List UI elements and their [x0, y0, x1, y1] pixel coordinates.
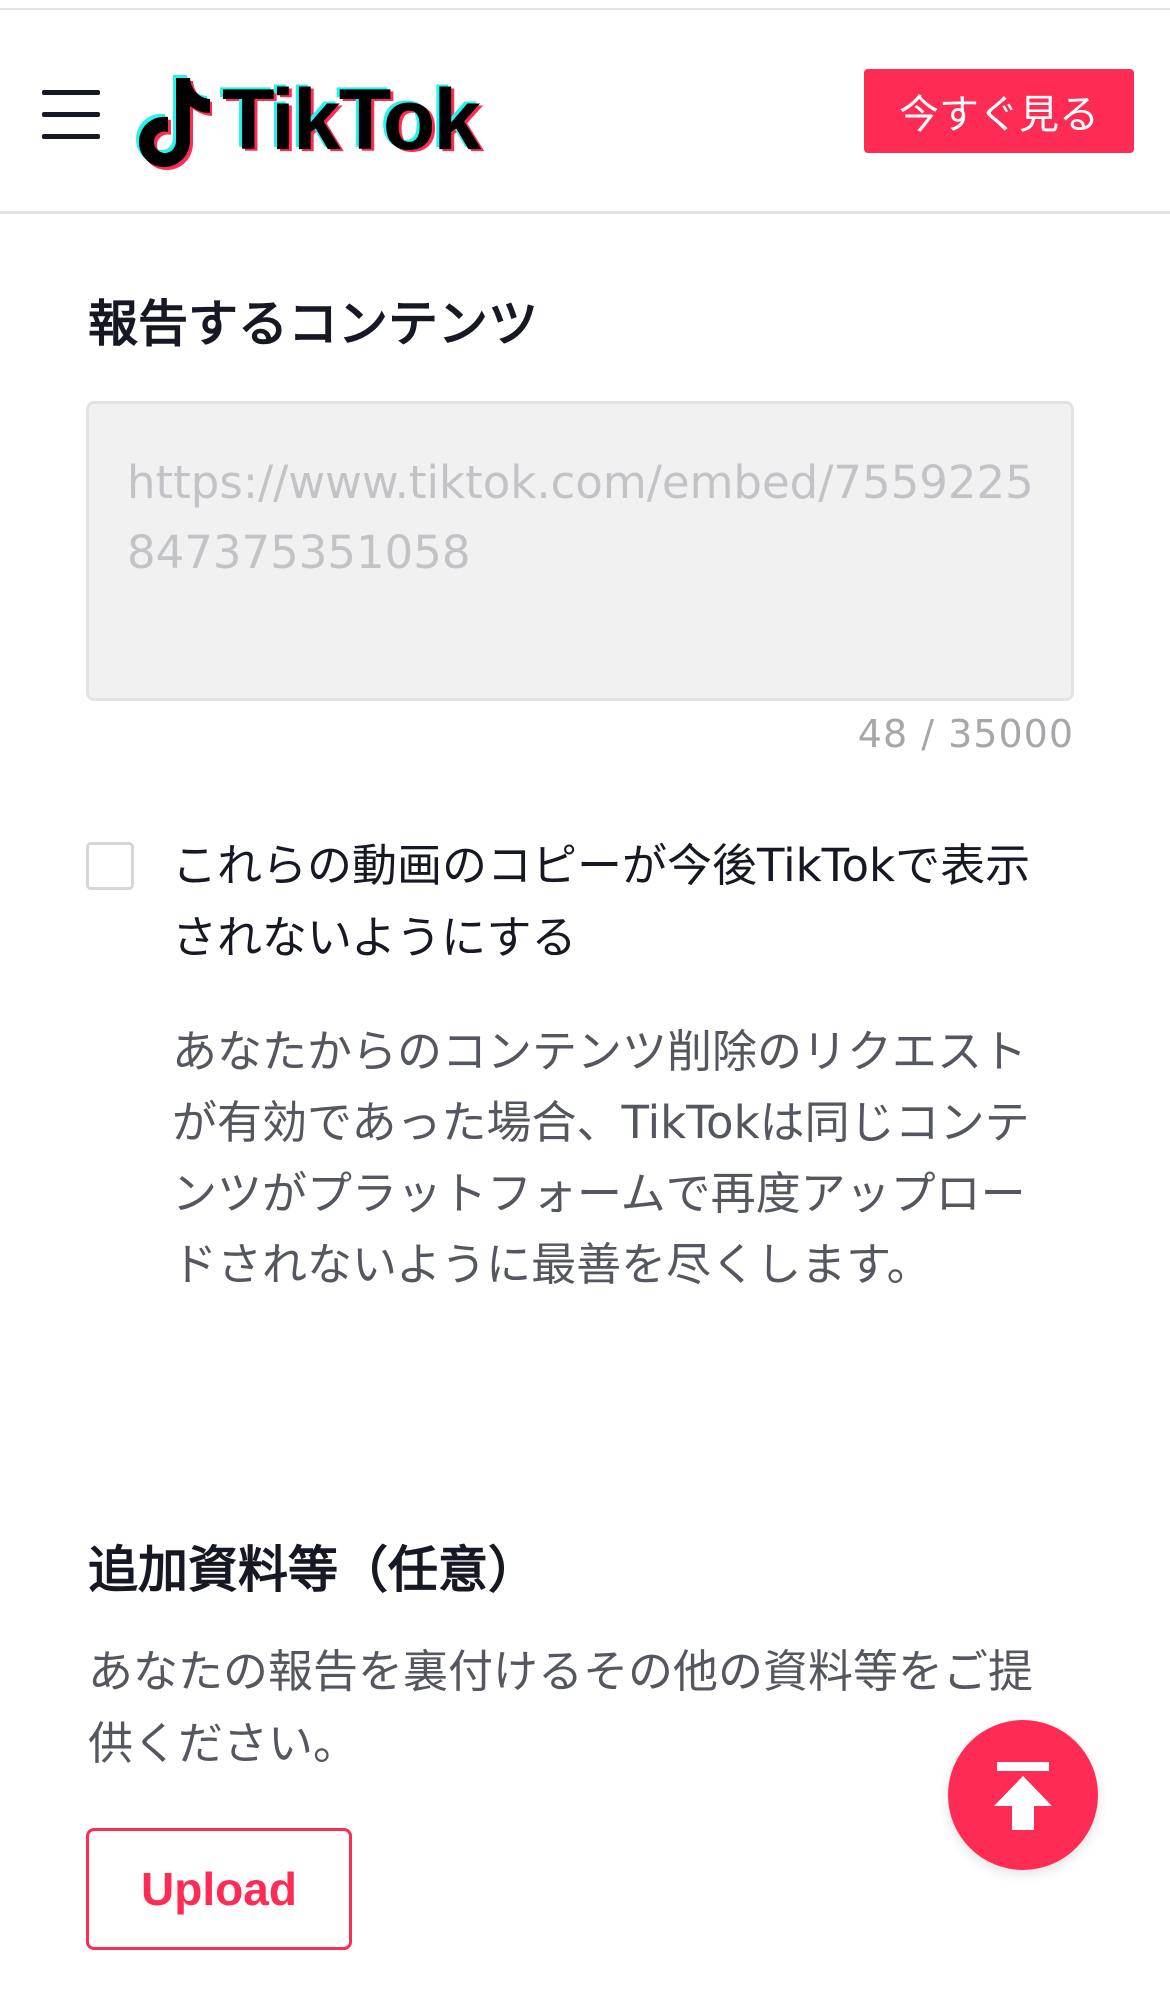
tiktok-note-icon: [132, 70, 213, 170]
report-page: TikTok 今すぐ見る 報告するコンテンツ https://www.tikto…: [0, 0, 1170, 1990]
prevent-copies-label[interactable]: これらの動画のコピーが今後TikTokで表示されないようにする: [172, 830, 1052, 974]
upload-button[interactable]: Upload: [86, 1828, 352, 1950]
prevent-copies-description: あなたからのコンテンツ削除のリクエストが有効であった場合、TikTokは同じコン…: [172, 1025, 1030, 1291]
report-content-textarea[interactable]: https://www.tiktok.com/embed/75592258473…: [86, 401, 1074, 701]
back-to-top-button[interactable]: [948, 1720, 1098, 1870]
tiktok-logo[interactable]: TikTok: [132, 70, 481, 170]
header: TikTok 今すぐ見る: [0, 10, 1170, 214]
report-content-title: 報告するコンテンツ: [88, 295, 538, 353]
additional-materials-title: 追加資料等（任意）: [88, 1541, 538, 1599]
prevent-copies-checkbox[interactable]: [86, 842, 134, 890]
arrow-up-to-top-icon: [994, 1762, 1052, 1830]
watch-now-button[interactable]: 今すぐ見る: [864, 69, 1134, 153]
menu-line: [42, 134, 100, 139]
menu-line: [42, 90, 100, 95]
logo-wordmark: TikTok: [222, 72, 481, 168]
character-counter: 48 / 35000: [857, 712, 1074, 756]
hamburger-menu-icon[interactable]: [42, 90, 102, 142]
menu-line: [42, 112, 100, 117]
additional-materials-description: あなたの報告を裏付けるその他の資料等をご提供ください。: [88, 1645, 1034, 1770]
